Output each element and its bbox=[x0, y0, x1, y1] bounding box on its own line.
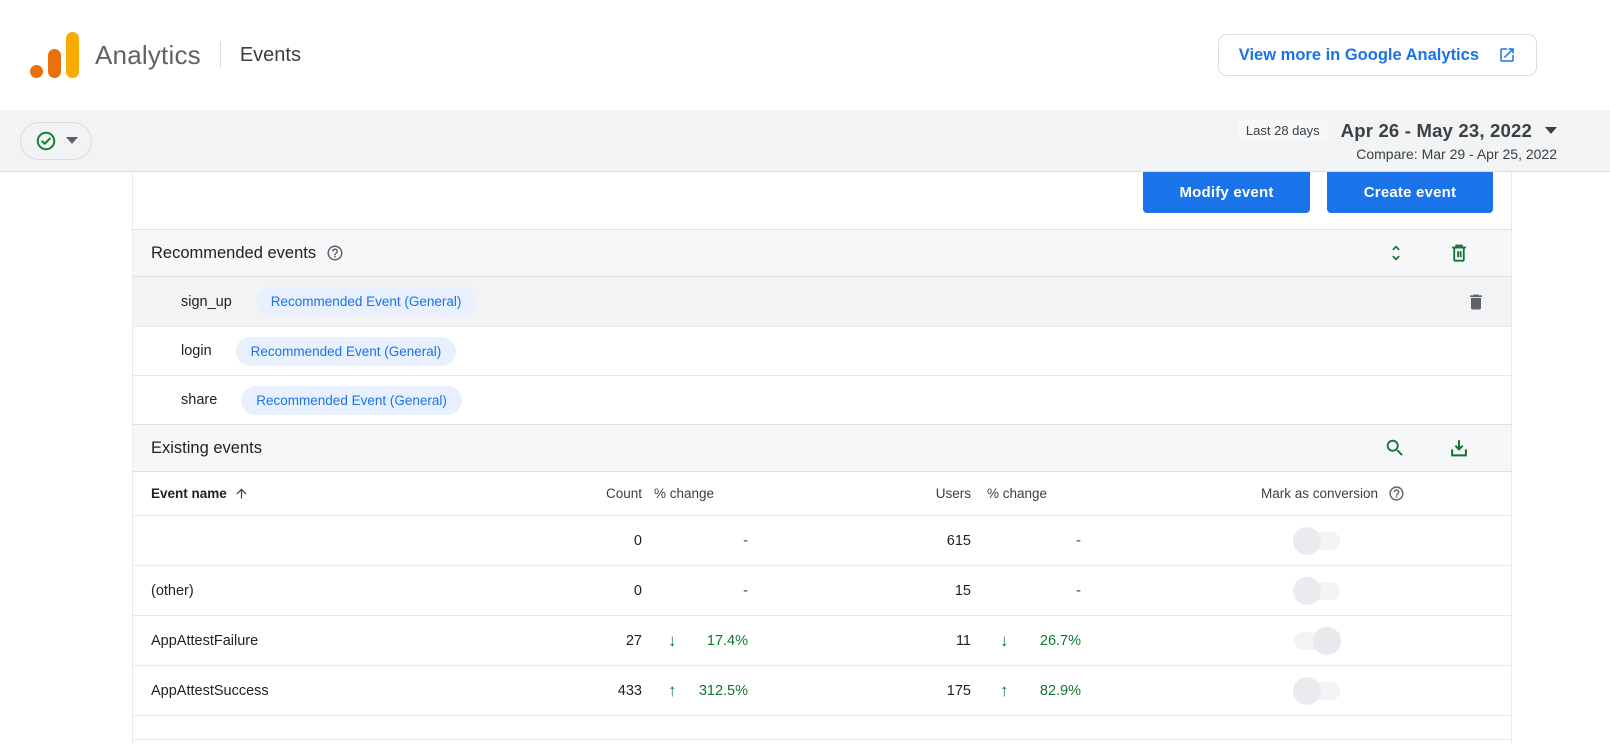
recommended-event-badge: Recommended Event (General) bbox=[256, 287, 477, 316]
event-name-cell: AppAttestFailure bbox=[151, 633, 542, 649]
table-row[interactable]: AppAttestSuccess 433 ↑ 312.5% 175 ↑ 82.9… bbox=[133, 666, 1511, 716]
mark-as-conversion-toggle[interactable] bbox=[1293, 527, 1341, 555]
recommended-row-share[interactable]: share Recommended Event (General) bbox=[133, 375, 1511, 424]
recommended-event-badge: Recommended Event (General) bbox=[241, 386, 462, 415]
change-arrow-up-icon: ↑ bbox=[1000, 681, 1009, 700]
count-change-cell: - bbox=[642, 583, 748, 599]
help-circle-icon[interactable] bbox=[326, 244, 344, 262]
count-cell: 0 bbox=[542, 533, 642, 549]
table-header-row: Event name Count % change Users % change… bbox=[133, 472, 1511, 516]
header-divider bbox=[220, 42, 221, 68]
users-cell: 175 bbox=[748, 683, 971, 699]
column-mark-as-conversion: Mark as conversion bbox=[1081, 485, 1493, 502]
recommended-event-badge: Recommended Event (General) bbox=[236, 337, 457, 366]
bottom-gap bbox=[133, 716, 1511, 739]
view-more-button[interactable]: View more in Google Analytics bbox=[1218, 34, 1537, 76]
conversion-cell bbox=[1081, 527, 1493, 555]
column-count[interactable]: Count bbox=[542, 486, 642, 501]
count-cell: 27 bbox=[542, 633, 642, 649]
count-change-cell: - bbox=[642, 533, 748, 549]
users-cell: 615 bbox=[748, 533, 971, 549]
users-change-cell: ↓ 26.7% bbox=[971, 632, 1081, 650]
event-name: share bbox=[181, 392, 217, 408]
create-event-button[interactable]: Create event bbox=[1327, 172, 1493, 213]
row-trash-icon[interactable] bbox=[1466, 292, 1486, 312]
open-in-new-icon bbox=[1498, 46, 1516, 64]
view-more-label: View more in Google Analytics bbox=[1239, 46, 1479, 65]
users-change-cell: ↑ 82.9% bbox=[971, 682, 1081, 700]
event-name: sign_up bbox=[181, 294, 232, 310]
analytics-logo-icon bbox=[30, 32, 79, 78]
count-cell: 433 bbox=[542, 683, 642, 699]
table-row[interactable]: 0 - 615 - bbox=[133, 516, 1511, 566]
mark-as-conversion-toggle[interactable] bbox=[1293, 577, 1341, 605]
app-name: Analytics bbox=[95, 40, 201, 71]
change-arrow-up-icon: ↑ bbox=[668, 681, 677, 700]
search-icon[interactable] bbox=[1384, 437, 1406, 459]
filter-toolbar: Last 28 days Apr 26 - May 23, 2022 Compa… bbox=[0, 110, 1610, 172]
caret-down-icon bbox=[1545, 127, 1557, 134]
change-arrow-down-icon: ↓ bbox=[668, 631, 677, 650]
mark-as-conversion-toggle[interactable] bbox=[1293, 627, 1341, 655]
recommended-row-login[interactable]: login Recommended Event (General) bbox=[133, 326, 1511, 375]
count-cell: 0 bbox=[542, 583, 642, 599]
column-users[interactable]: Users bbox=[748, 486, 971, 501]
conversion-cell bbox=[1081, 627, 1493, 655]
users-cell: 15 bbox=[748, 583, 971, 599]
conversion-cell bbox=[1081, 577, 1493, 605]
column-users-change[interactable]: % change bbox=[971, 486, 1081, 501]
existing-events-title: Existing events bbox=[151, 439, 262, 458]
app-header: Analytics Events View more in Google Ana… bbox=[0, 0, 1610, 110]
actions-row: Modify event Create event bbox=[133, 172, 1511, 229]
recommended-row-sign-up[interactable]: sign_up Recommended Event (General) bbox=[133, 277, 1511, 326]
users-change-cell: - bbox=[971, 533, 1081, 549]
users-cell: 11 bbox=[748, 633, 971, 649]
existing-events-header: Existing events bbox=[133, 424, 1511, 472]
change-arrow-down-icon: ↓ bbox=[1000, 631, 1009, 650]
date-range-value: Apr 26 - May 23, 2022 bbox=[1341, 120, 1532, 142]
recommended-events-title: Recommended events bbox=[151, 244, 316, 263]
conversion-cell bbox=[1081, 677, 1493, 705]
unfold-more-icon[interactable] bbox=[1386, 243, 1406, 263]
table-row[interactable]: AppAttestFailure 27 ↓ 17.4% 11 ↓ 26.7% bbox=[133, 616, 1511, 666]
count-change-cell: ↓ 17.4% bbox=[642, 632, 748, 650]
modify-event-button[interactable]: Modify event bbox=[1143, 172, 1310, 213]
check-circle-icon bbox=[35, 130, 57, 152]
date-range-selector[interactable]: Last 28 days Apr 26 - May 23, 2022 bbox=[1238, 120, 1557, 142]
event-name-cell: AppAttestSuccess bbox=[151, 683, 542, 699]
column-count-change[interactable]: % change bbox=[642, 486, 748, 501]
table-row[interactable]: (other) 0 - 15 - bbox=[133, 566, 1511, 616]
date-range-block: Last 28 days Apr 26 - May 23, 2022 Compa… bbox=[1238, 120, 1557, 162]
download-icon[interactable] bbox=[1448, 437, 1470, 459]
sort-arrow-up-icon bbox=[234, 486, 249, 501]
next-row-edge bbox=[133, 739, 1511, 740]
event-name: login bbox=[181, 343, 212, 359]
count-change-cell: ↑ 312.5% bbox=[642, 682, 748, 700]
delete-all-trash-icon[interactable] bbox=[1448, 242, 1470, 264]
period-badge: Last 28 days bbox=[1238, 120, 1328, 141]
event-name-cell: (other) bbox=[151, 583, 542, 599]
recommended-events-header: Recommended events bbox=[133, 229, 1511, 277]
events-card: Modify event Create event Recommended ev… bbox=[132, 172, 1512, 744]
caret-down-icon bbox=[66, 137, 78, 144]
column-event-name[interactable]: Event name bbox=[151, 486, 542, 501]
help-circle-icon[interactable] bbox=[1388, 485, 1405, 502]
page-title: Events bbox=[240, 44, 301, 67]
mark-as-conversion-toggle[interactable] bbox=[1293, 677, 1341, 705]
compare-range: Compare: Mar 29 - Apr 25, 2022 bbox=[1238, 146, 1557, 162]
users-change-cell: - bbox=[971, 583, 1081, 599]
status-filter-dropdown[interactable] bbox=[20, 122, 92, 160]
content-area: Modify event Create event Recommended ev… bbox=[0, 172, 1610, 744]
